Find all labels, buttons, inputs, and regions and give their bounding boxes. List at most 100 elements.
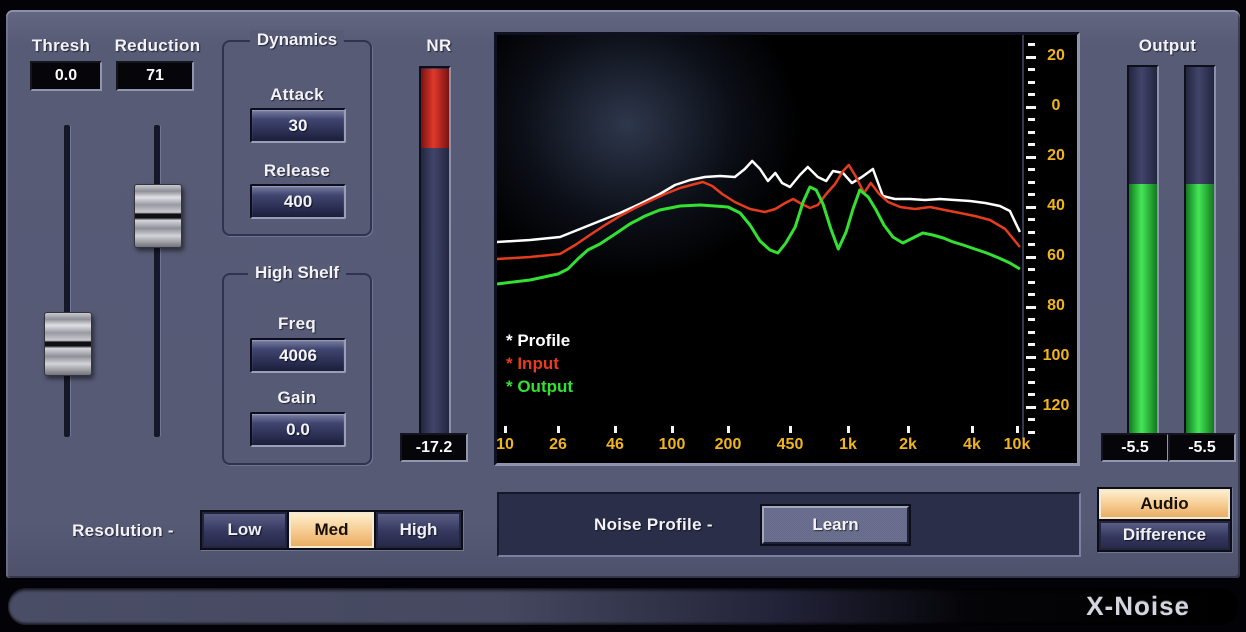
x-tick-label: 200 (710, 436, 746, 454)
y-tick (1028, 293, 1035, 296)
y-tick-label: 60 (1038, 247, 1074, 265)
y-tick (1028, 343, 1035, 346)
output-meter-left-fill (1129, 184, 1157, 434)
reduction-value: 71 (146, 67, 164, 85)
monitor-button-audio[interactable]: Audio (1099, 489, 1230, 519)
x-tick (614, 426, 617, 433)
resolution-option-high[interactable]: High (376, 512, 461, 548)
y-tick (1028, 218, 1035, 221)
release-button[interactable]: 400 (250, 184, 346, 219)
resolution-button-group: Low Med High (200, 510, 463, 550)
y-tick (1028, 381, 1035, 384)
spectrum-screen: 1026461002004501k2k4k10k2002040608010012… (494, 32, 1080, 466)
gain-label: Gain (247, 387, 347, 409)
main-panel: Thresh 0.0 Reduction 71 Dynamics Attack … (6, 10, 1240, 578)
y-tick (1028, 331, 1035, 334)
output-right-value-display: -5.5 (1168, 433, 1236, 462)
thresh-slider-track[interactable] (65, 125, 70, 437)
attack-label: Attack (247, 84, 347, 106)
legend-profile: * Profile (506, 331, 570, 351)
y-tick-label: 20 (1038, 147, 1074, 165)
reduction-slider-track[interactable] (155, 125, 160, 437)
y-tick (1026, 106, 1036, 109)
attack-button[interactable]: 30 (250, 108, 346, 143)
x-tick (504, 426, 507, 433)
x-tick-label: 26 (540, 436, 576, 454)
y-tick-label: 20 (1038, 47, 1074, 65)
y-tick (1026, 356, 1036, 359)
thresh-label: Thresh (21, 35, 101, 57)
reduction-label: Reduction (110, 35, 205, 57)
monitor-button-group: Audio Difference (1097, 487, 1232, 552)
plugin-title: X-Noise (1086, 591, 1238, 622)
x-tick (971, 426, 974, 433)
learn-button[interactable]: Learn (762, 506, 909, 544)
thresh-value-display[interactable]: 0.0 (30, 61, 102, 91)
output-left-value-display: -5.5 (1101, 433, 1169, 462)
series-output (497, 187, 1020, 284)
dynamics-group: Dynamics Attack 30 Release 400 (222, 40, 372, 236)
high-shelf-group: High Shelf Freq 4006 Gain 0.0 (222, 273, 372, 465)
y-tick (1028, 181, 1035, 184)
y-tick (1028, 43, 1035, 46)
y-tick (1028, 393, 1035, 396)
dynamics-title: Dynamics (250, 30, 344, 50)
output-right-value: -5.5 (1188, 439, 1216, 457)
x-tick (671, 426, 674, 433)
nr-label: NR (408, 35, 470, 57)
resolution-option-low[interactable]: Low (202, 512, 287, 548)
y-tick (1028, 131, 1035, 134)
output-label: Output (1110, 35, 1225, 57)
nr-value-display[interactable]: -17.2 (400, 433, 468, 462)
y-tick-label: 40 (1038, 197, 1074, 215)
output-meter-right (1184, 65, 1216, 437)
legend-input: * Input (506, 354, 559, 374)
output-meter-left (1127, 65, 1159, 437)
y-tick (1028, 193, 1035, 196)
y-tick (1028, 268, 1035, 271)
x-tick-label: 100 (654, 436, 690, 454)
reduction-slider-handle[interactable] (134, 184, 182, 248)
resolution-option-med[interactable]: Med (289, 512, 374, 548)
gain-button[interactable]: 0.0 (250, 412, 346, 447)
legend-output: * Output (506, 377, 573, 397)
y-tick (1028, 93, 1035, 96)
y-axis-line (1022, 35, 1024, 439)
y-tick (1028, 281, 1035, 284)
y-tick (1026, 406, 1036, 409)
x-tick-label: 1k (830, 436, 866, 454)
y-tick-label: 120 (1038, 397, 1074, 415)
x-tick-label: 10 (497, 436, 523, 454)
monitor-button-difference[interactable]: Difference (1099, 521, 1230, 551)
y-tick-label: 100 (1038, 347, 1074, 365)
resolution-label: Resolution - (53, 520, 193, 542)
y-tick (1028, 118, 1035, 121)
y-tick (1028, 143, 1035, 146)
x-tick (789, 426, 792, 433)
thresh-value: 0.0 (55, 67, 77, 85)
x-tick (907, 426, 910, 433)
x-tick-label: 10k (999, 436, 1035, 454)
release-label: Release (247, 160, 347, 182)
y-tick (1026, 256, 1036, 259)
y-tick (1028, 368, 1035, 371)
y-tick (1026, 56, 1036, 59)
high-shelf-title: High Shelf (248, 263, 346, 283)
x-tick (557, 426, 560, 433)
y-tick (1028, 318, 1035, 321)
nr-meter (419, 66, 451, 436)
output-meter-right-fill (1186, 184, 1214, 434)
output-left-value: -5.5 (1121, 439, 1149, 457)
thresh-slider-handle[interactable] (44, 312, 92, 376)
noise-profile-bar: Noise Profile - Learn (497, 492, 1081, 557)
y-tick-label: 80 (1038, 297, 1074, 315)
x-tick-label: 450 (772, 436, 808, 454)
plugin-window: Thresh 0.0 Reduction 71 Dynamics Attack … (0, 0, 1246, 632)
x-tick-label: 46 (597, 436, 633, 454)
reduction-value-display[interactable]: 71 (116, 61, 194, 91)
freq-button[interactable]: 4006 (250, 338, 346, 373)
y-tick (1028, 81, 1035, 84)
nr-meter-fill (421, 69, 449, 148)
x-tick (727, 426, 730, 433)
y-tick (1026, 206, 1036, 209)
